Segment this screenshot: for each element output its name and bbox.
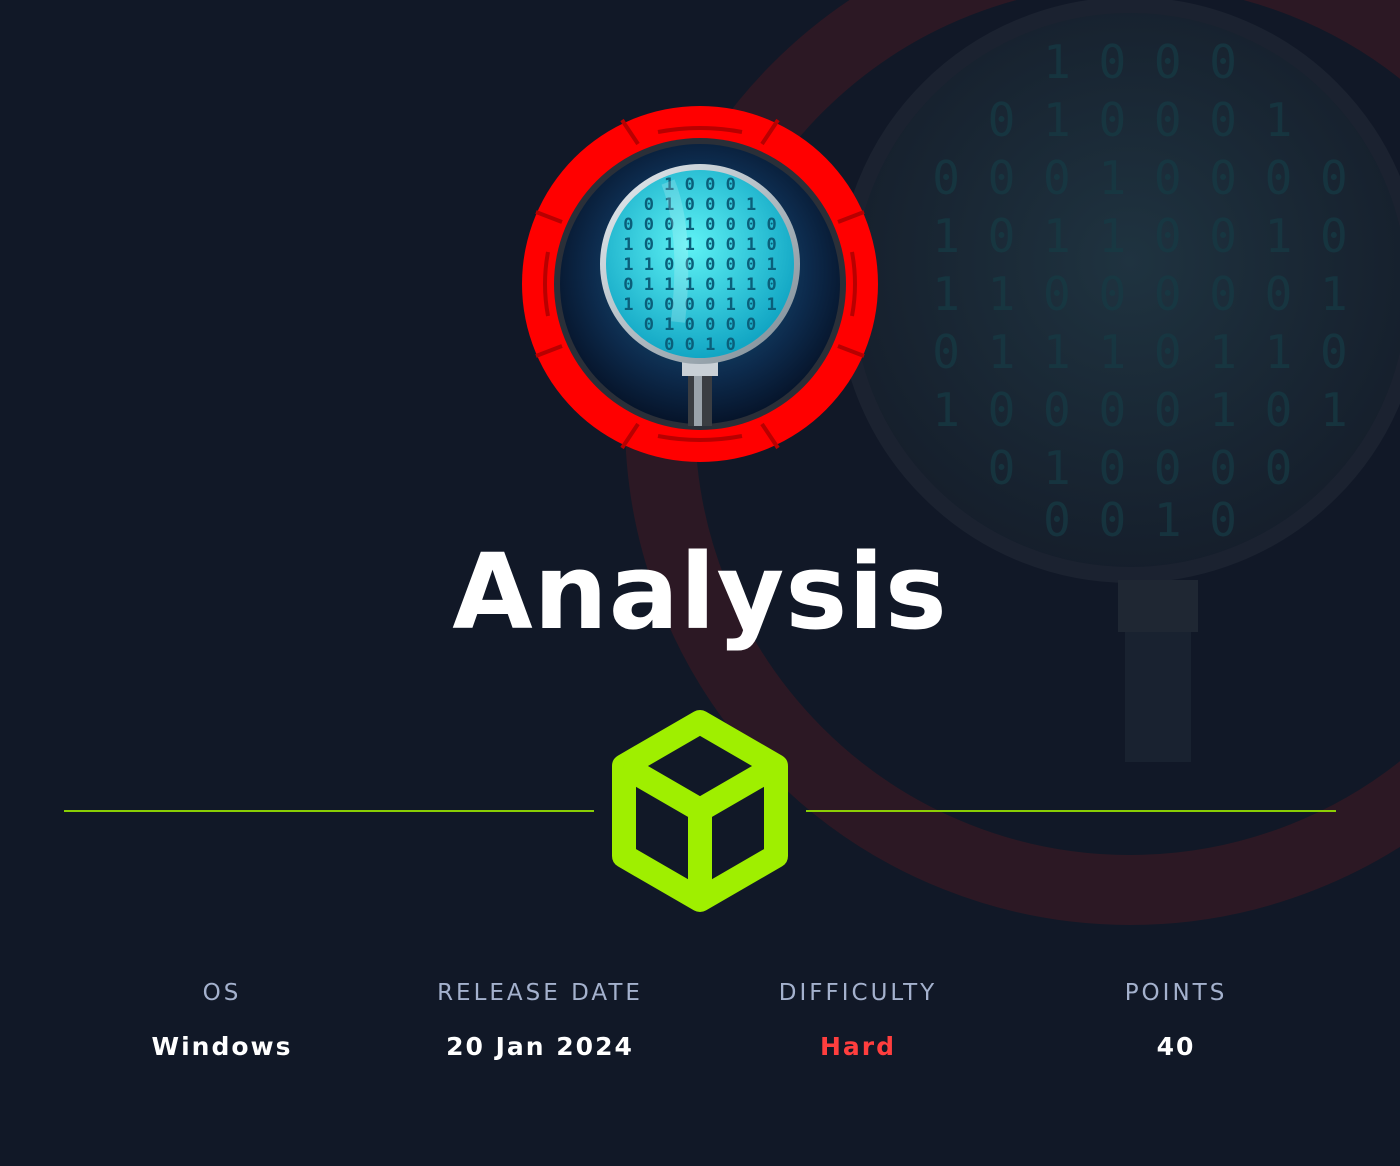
- stat-release-date-value: 20 Jan 2024: [446, 1032, 634, 1061]
- machine-name: Analysis: [452, 531, 948, 653]
- svg-text:0 1 0 0 0 1: 0 1 0 0 0 1: [988, 93, 1293, 147]
- svg-text:1 0 1 1 0 0 1 0: 1 0 1 1 0 0 1 0: [623, 235, 777, 255]
- svg-text:0 1 0 0 0 1: 0 1 0 0 0 1: [644, 195, 757, 215]
- machine-stats: OS Windows RELEASE DATE 20 Jan 2024 DIFF…: [0, 978, 1400, 1078]
- svg-text:1 0 0 0 0 1 0 1: 1 0 0 0 0 1 0 1: [932, 383, 1347, 437]
- divider-right: [806, 810, 1336, 812]
- svg-text:0 1 1 1 0 1 1 0: 0 1 1 1 0 1 1 0: [623, 275, 777, 295]
- stat-difficulty-label: DIFFICULTY: [778, 980, 938, 1006]
- svg-text:1 1 0 0 0 0 0 1: 1 1 0 0 0 0 0 1: [623, 255, 777, 275]
- machine-logo-magnifying-glass-icon: 1 0 0 0 0 1 0 0 0 1 0 0 0 1 0 0 0 0 1 0 …: [522, 106, 878, 462]
- stat-os-label: OS: [202, 980, 242, 1006]
- svg-text:1 0 0 0 0 1 0 1: 1 0 0 0 0 1 0 1: [623, 295, 777, 315]
- stat-release-date-label: RELEASE DATE: [437, 980, 643, 1006]
- stat-release-date: RELEASE DATE 20 Jan 2024: [380, 978, 700, 1062]
- svg-text:0 0 0 1 0 0 0 0: 0 0 0 1 0 0 0 0: [623, 215, 777, 235]
- stat-points: POINTS 40: [1016, 978, 1336, 1062]
- stat-difficulty: DIFFICULTY Hard: [698, 978, 1018, 1062]
- svg-text:0 1 1 1 0 1 1 0: 0 1 1 1 0 1 1 0: [932, 325, 1347, 379]
- stat-points-value: 40: [1156, 1032, 1196, 1061]
- cube-icon: [612, 710, 788, 912]
- svg-text:1 0 1 1 0 0 1 0: 1 0 1 1 0 0 1 0: [932, 209, 1347, 263]
- svg-text:0 0 0 1 0 0 0 0: 0 0 0 1 0 0 0 0: [932, 151, 1347, 205]
- stat-points-label: POINTS: [1124, 980, 1228, 1006]
- stat-difficulty-value: Hard: [819, 1032, 897, 1061]
- svg-text:1 0 0 0: 1 0 0 0: [1043, 35, 1237, 89]
- stat-os: OS Windows: [62, 978, 382, 1062]
- svg-text:0 1 0 0 0 0: 0 1 0 0 0 0: [644, 315, 757, 335]
- svg-text:1 1 0 0 0 0 0 1: 1 1 0 0 0 0 0 1: [932, 267, 1347, 321]
- stat-os-value: Windows: [151, 1032, 293, 1061]
- svg-text:0 1 0 0 0 0: 0 1 0 0 0 0: [988, 441, 1293, 495]
- divider-left: [64, 810, 594, 812]
- svg-text:0 0 1 0: 0 0 1 0: [664, 335, 736, 355]
